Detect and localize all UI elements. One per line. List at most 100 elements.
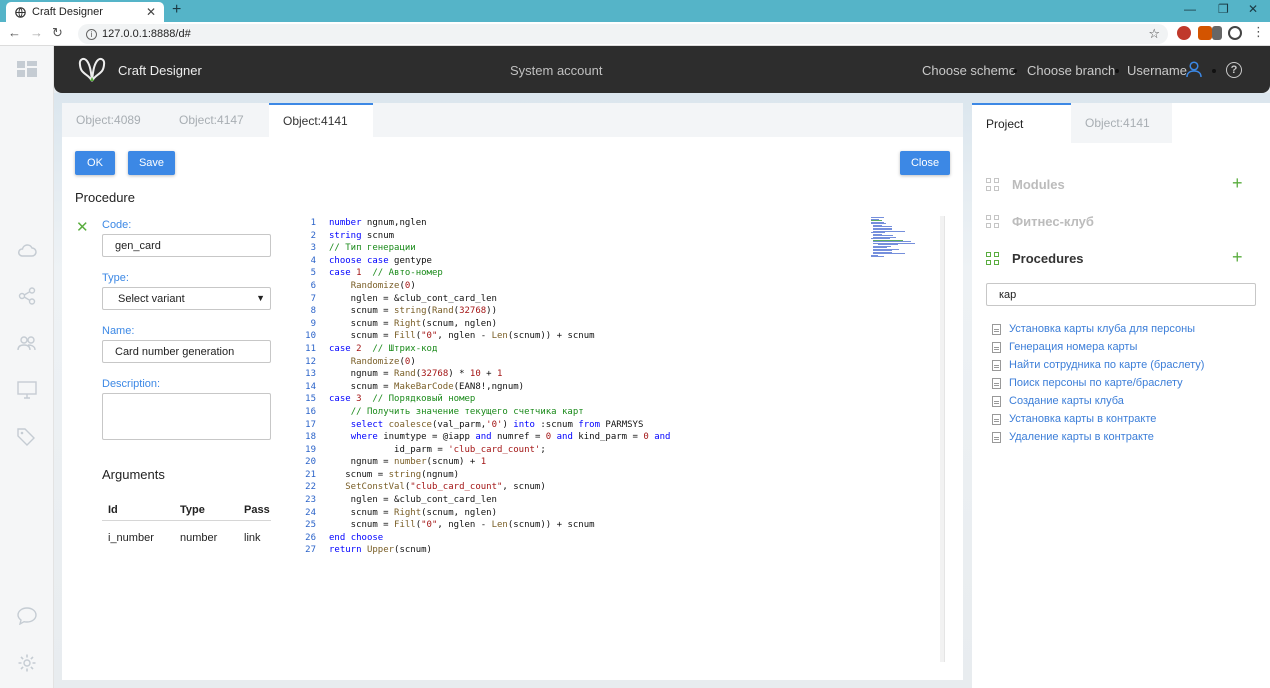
code-line[interactable]: end choose bbox=[329, 532, 670, 545]
code-line[interactable]: number ngnum,nglen bbox=[329, 217, 670, 230]
save-button[interactable]: Save bbox=[128, 151, 175, 175]
code-input[interactable]: gen_card bbox=[102, 234, 271, 257]
system-account-label[interactable]: System account bbox=[510, 63, 603, 78]
procedures-grid-icon bbox=[986, 252, 999, 265]
profile-icon[interactable] bbox=[1228, 26, 1242, 40]
back-icon[interactable]: ← bbox=[8, 25, 21, 40]
code-content[interactable]: number ngnum,nglen string scnum// Тип ген… bbox=[329, 217, 670, 557]
procedure-list-item[interactable]: Найти сотрудника по карте (браслету) bbox=[992, 359, 1204, 371]
procedure-name: Поиск персоны по карте/браслету bbox=[1009, 377, 1183, 389]
code-line[interactable]: scnum = MakeBarCode(EAN8!,ngnum) bbox=[329, 381, 670, 394]
reload-icon[interactable]: ↻ bbox=[52, 25, 63, 41]
section-modules[interactable]: Modules bbox=[1012, 177, 1065, 192]
extension-icon[interactable] bbox=[1198, 26, 1212, 40]
bookmark-star-icon[interactable]: ☆ bbox=[1148, 26, 1160, 42]
line-number: 19 bbox=[305, 444, 316, 455]
code-line[interactable]: where inumtype = @iapp and numref = 0 an… bbox=[329, 431, 671, 444]
minimize-icon[interactable]: — bbox=[1184, 2, 1196, 16]
code-line[interactable]: ngnum = Rand(32768) * 10 + 1 bbox=[329, 368, 670, 381]
editor-scrollbar[interactable] bbox=[940, 216, 944, 662]
code-line[interactable]: scnum = string(ngnum) bbox=[329, 469, 670, 482]
code-line[interactable]: scnum = string(Rand(32768)) bbox=[329, 305, 670, 318]
code-line[interactable]: return Upper(scnum) bbox=[329, 544, 670, 557]
help-icon[interactable]: ? bbox=[1226, 62, 1242, 78]
code-editor[interactable]: 1 2 3 4 5 6 7 8 9 10 11 12 13 14 15 16 17 18 19 20 21 22 23 24 2… bbox=[286, 216, 945, 662]
table-row[interactable]: i_number number link bbox=[102, 525, 271, 551]
code-line[interactable]: case 2 // Штрих-код bbox=[329, 343, 670, 356]
url-field[interactable]: i 127.0.0.1:8888/d# ☆ bbox=[78, 24, 1168, 44]
tab-object-4147[interactable]: Object:4147 bbox=[165, 103, 258, 137]
users-icon[interactable] bbox=[16, 332, 38, 354]
tab-object-4141[interactable]: Object:4141 bbox=[269, 103, 373, 137]
type-select[interactable]: Select variant ▼ bbox=[102, 287, 271, 310]
settings-gear-icon[interactable] bbox=[16, 652, 38, 674]
code-line[interactable]: select coalesce(val_parm,'0') into :scnu… bbox=[329, 419, 670, 432]
choose-scheme-link[interactable]: Choose scheme bbox=[922, 63, 1016, 78]
user-icon[interactable] bbox=[1186, 61, 1202, 81]
code-line[interactable]: choose case gentype bbox=[329, 255, 670, 268]
extension-icon[interactable] bbox=[1177, 26, 1191, 40]
code-line[interactable]: case 1 // Авто-номер bbox=[329, 267, 670, 280]
procedure-list-item[interactable]: Установка карты клуба для персоны bbox=[992, 323, 1195, 335]
tab-object-4089[interactable]: Object:4089 bbox=[62, 103, 155, 137]
username-link[interactable]: Username bbox=[1127, 63, 1187, 78]
line-number: 27 bbox=[305, 545, 316, 556]
close-tab-icon[interactable]: ✕ bbox=[146, 5, 156, 19]
code-line[interactable]: Randomize(0) bbox=[329, 280, 670, 293]
maximize-icon[interactable]: ❐ bbox=[1218, 2, 1229, 16]
browser-tab-title: Craft Designer bbox=[32, 6, 103, 18]
procedure-search-input[interactable]: кар bbox=[986, 283, 1256, 306]
code-line[interactable]: scnum = Right(scnum, nglen) bbox=[329, 507, 670, 520]
add-procedure-button[interactable]: + bbox=[1232, 247, 1243, 268]
line-number: 16 bbox=[305, 406, 316, 417]
procedure-list-item[interactable]: Генерация номера карты bbox=[992, 341, 1137, 353]
close-button[interactable]: Close bbox=[900, 151, 950, 175]
ok-button[interactable]: OK bbox=[75, 151, 115, 175]
share-icon[interactable] bbox=[16, 285, 38, 307]
tab-project[interactable]: Project bbox=[972, 103, 1071, 143]
chat-icon[interactable] bbox=[16, 605, 38, 627]
section-fitness-club[interactable]: Фитнес-клуб bbox=[1012, 214, 1094, 229]
tab-object-4141-right[interactable]: Object:4141 bbox=[1071, 103, 1164, 143]
code-line[interactable]: // Тип генерации bbox=[329, 242, 670, 255]
procedure-list-item[interactable]: Установка карты в контракте bbox=[992, 413, 1156, 425]
menu-dots-icon[interactable]: ⋮ bbox=[1252, 24, 1265, 40]
browser-tab[interactable]: Craft Designer ✕ bbox=[6, 2, 164, 22]
procedure-list-item[interactable]: Создание карты клуба bbox=[992, 395, 1124, 407]
choose-branch-link[interactable]: Choose branch bbox=[1027, 63, 1115, 78]
description-textarea[interactable] bbox=[102, 393, 271, 440]
code-minimap[interactable] bbox=[871, 217, 915, 257]
dashboard-icon[interactable] bbox=[16, 58, 38, 80]
document-icon bbox=[992, 377, 1001, 389]
line-number: 2 bbox=[310, 230, 316, 241]
section-procedures[interactable]: Procedures bbox=[1012, 251, 1084, 266]
delete-x-icon[interactable]: ✕ bbox=[76, 218, 89, 236]
code-line[interactable]: scnum = Right(scnum, nglen) bbox=[329, 318, 670, 331]
code-line[interactable]: SetConstVal("club_card_count", scnum) bbox=[329, 481, 670, 494]
code-line[interactable]: // Получить значение текущего счетчика к… bbox=[329, 406, 670, 419]
code-line[interactable]: scnum = Fill("0", nglen - Len(scnum)) + … bbox=[329, 330, 670, 343]
line-number: 5 bbox=[310, 268, 316, 279]
tags-icon[interactable] bbox=[16, 426, 38, 448]
cloud-icon[interactable] bbox=[16, 239, 38, 261]
line-number: 20 bbox=[305, 457, 316, 468]
name-input[interactable]: Card number generation bbox=[102, 340, 271, 363]
procedure-list-item[interactable]: Поиск персоны по карте/браслету bbox=[992, 377, 1183, 389]
line-number: 10 bbox=[305, 331, 316, 342]
extension-icon[interactable] bbox=[1212, 26, 1222, 40]
code-line[interactable]: ngnum = number(scnum) + 1 bbox=[329, 456, 670, 469]
code-line[interactable]: scnum = Fill("0", nglen - Len(scnum)) + … bbox=[329, 519, 670, 532]
info-icon[interactable]: i bbox=[86, 28, 97, 40]
code-line[interactable]: id_parm = 'club_card_count'; bbox=[329, 444, 670, 457]
code-line[interactable]: nglen = &club_cont_card_len bbox=[329, 494, 670, 507]
procedure-list-item[interactable]: Удаление карты в контракте bbox=[992, 431, 1154, 443]
code-line[interactable]: string scnum bbox=[329, 230, 670, 243]
code-line[interactable]: case 3 // Порядковый номер bbox=[329, 393, 670, 406]
monitor-icon[interactable] bbox=[16, 379, 38, 401]
add-module-button[interactable]: + bbox=[1232, 173, 1243, 194]
close-window-icon[interactable]: ✕ bbox=[1248, 2, 1258, 16]
code-line[interactable]: nglen = &club_cont_card_len bbox=[329, 293, 670, 306]
code-line[interactable]: Randomize(0) bbox=[329, 356, 670, 369]
forward-icon[interactable]: → bbox=[30, 25, 43, 40]
new-tab-button[interactable]: + bbox=[172, 1, 181, 19]
